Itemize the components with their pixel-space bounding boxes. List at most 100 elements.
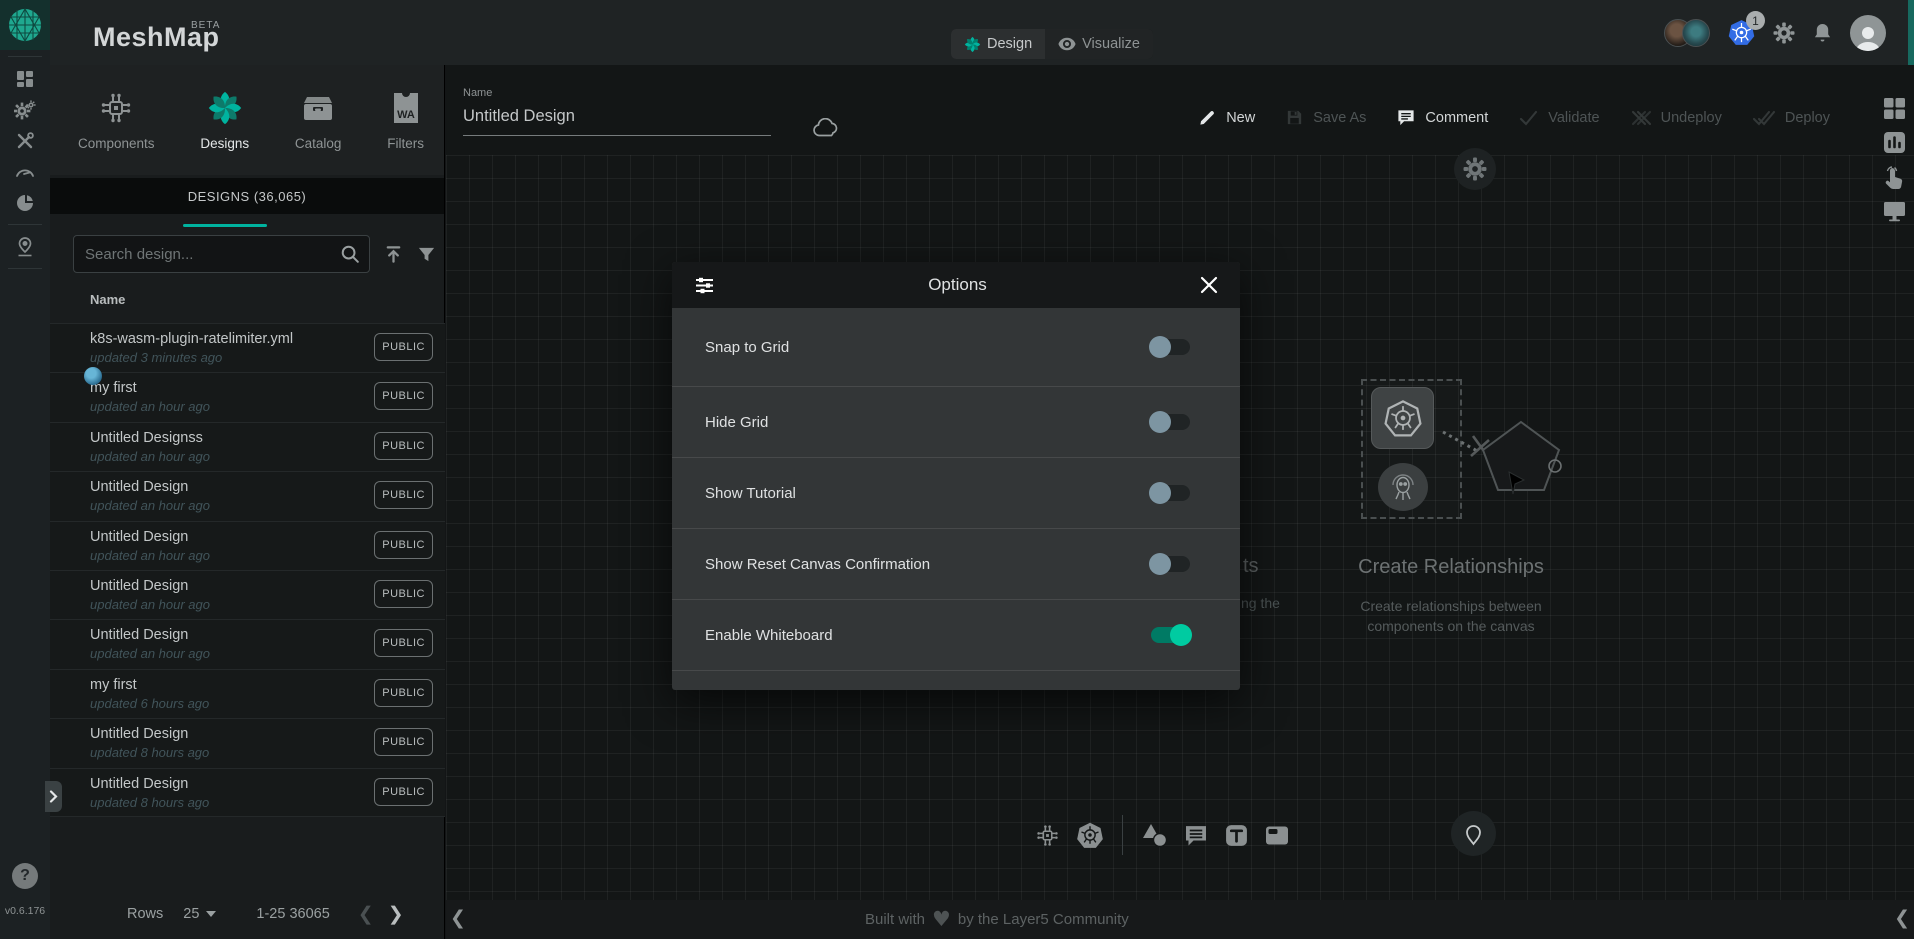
design-name: Untitled Design: [90, 529, 365, 545]
close-modal-button[interactable]: [1200, 276, 1218, 294]
toggle-knob: [1149, 553, 1171, 575]
notifications-button[interactable]: [1813, 22, 1832, 43]
dock-text-tool[interactable]: [1224, 823, 1249, 848]
bell-icon: [1813, 22, 1832, 43]
panel-tabs: Components Designs: [50, 65, 444, 175]
help-button[interactable]: ?: [12, 863, 38, 889]
analytics-panel-button[interactable]: [1883, 131, 1906, 154]
filter-designs-button[interactable]: [417, 245, 436, 264]
interaction-mode-button[interactable]: [1883, 165, 1906, 190]
design-name: Untitled Design: [90, 578, 365, 594]
relationship-arrow-and-pentagon: [1431, 410, 1571, 540]
dock-shapes-tool[interactable]: [1141, 822, 1168, 848]
design-mode-button[interactable]: Design: [951, 29, 1045, 59]
new-design-label: New: [1226, 110, 1255, 126]
sidebar-item-dashboard[interactable]: [0, 63, 50, 94]
option-toggle[interactable]: [1151, 339, 1190, 355]
collapse-right-button[interactable]: ❮︎: [1894, 907, 1910, 929]
dock-components-tool[interactable]: [1034, 822, 1061, 849]
bar-chart-icon: [1883, 131, 1906, 154]
sidebar-item-lifecycle[interactable]: [0, 94, 50, 125]
display-panel-button[interactable]: [1883, 201, 1906, 222]
previous-page-button[interactable]: ❮︎: [358, 905, 374, 924]
visibility-badge: PUBLIC: [374, 629, 433, 657]
visualize-mode-button[interactable]: Visualize: [1045, 29, 1153, 59]
option-toggle[interactable]: [1151, 556, 1190, 572]
context-count-badge: 1: [1746, 11, 1765, 30]
visibility-badge: PUBLIC: [374, 333, 433, 361]
whiteboard-drop-button[interactable]: [1451, 811, 1496, 856]
designs-panel: Components Designs: [50, 65, 445, 939]
tab-components-label: Components: [78, 136, 155, 151]
option-label: Snap to Grid: [705, 339, 789, 356]
layer5-logo[interactable]: [0, 0, 50, 50]
collapse-left-button[interactable]: ❮︎: [450, 907, 466, 929]
design-list-item[interactable]: Untitled Design updated 8 hours ago PUBL…: [50, 768, 445, 817]
design-list-item[interactable]: Untitled Design updated an hour ago PUBL…: [50, 471, 445, 520]
rows-per-page-select[interactable]: 25: [183, 906, 216, 922]
kubernetes-context-button[interactable]: 1: [1728, 19, 1755, 46]
deploy-button[interactable]: Deploy: [1752, 109, 1830, 127]
visibility-badge: PUBLIC: [374, 481, 433, 509]
canvas-settings-button[interactable]: [1454, 148, 1496, 190]
design-list-item[interactable]: my first updated an hour ago PUBLIC: [50, 372, 445, 421]
option-toggle[interactable]: [1151, 485, 1190, 501]
double-check-icon: [1752, 109, 1776, 127]
footer-credit: Built with ♥ by the Layer5 Community: [865, 909, 1129, 930]
design-list-item[interactable]: my first updated 6 hours ago PUBLIC: [50, 669, 445, 718]
empty-state-description: Create relationships between components …: [1301, 596, 1601, 636]
design-list-item[interactable]: Untitled Design updated an hour ago PUBL…: [50, 619, 445, 668]
rows-per-page-value: 25: [183, 906, 199, 922]
dock-media-tool[interactable]: [1264, 823, 1290, 848]
user-avatar[interactable]: [1850, 15, 1886, 51]
design-list-item[interactable]: Untitled Designss updated an hour ago PU…: [50, 422, 445, 471]
validate-button[interactable]: Validate: [1518, 109, 1599, 127]
design-list-item[interactable]: Untitled Design updated 8 hours ago PUBL…: [50, 718, 445, 767]
design-list-item[interactable]: Untitled Design updated an hour ago PUBL…: [50, 521, 445, 570]
option-toggle[interactable]: [1151, 627, 1190, 643]
design-list-item[interactable]: k8s-wasm-plugin-ratelimiter.yml updated …: [50, 323, 445, 372]
occluded-title-fragment: ts: [1243, 555, 1259, 578]
option-toggle[interactable]: [1151, 414, 1190, 430]
tab-designs[interactable]: Designs: [200, 65, 249, 175]
search-icon: [340, 244, 361, 265]
undeploy-label: Undeploy: [1661, 110, 1722, 126]
tab-components[interactable]: Components: [78, 65, 155, 175]
next-page-button[interactable]: ❯︎: [388, 905, 404, 924]
sidebar-item-extensions[interactable]: [0, 187, 50, 218]
widgets-panel-button[interactable]: [1883, 97, 1906, 120]
pencil-icon: [1198, 108, 1217, 127]
tab-catalog[interactable]: Catalog: [295, 65, 342, 175]
designs-count-header: DESIGNS (36,065): [50, 178, 444, 214]
search-design-input[interactable]: [74, 236, 369, 272]
heart-icon: ♥: [932, 909, 951, 930]
extensions-pie-icon: [15, 193, 35, 213]
person-icon: [1853, 23, 1883, 51]
sidebar-item-configuration[interactable]: [0, 125, 50, 156]
eye-icon: [1058, 37, 1076, 51]
sidebar-item-performance[interactable]: [0, 156, 50, 187]
sidebar-item-meshmap[interactable]: [0, 231, 50, 262]
visibility-badge: PUBLIC: [374, 778, 433, 806]
toggle-knob: [1149, 411, 1171, 433]
tab-filters-label: Filters: [387, 136, 424, 151]
empty-state-title: Create Relationships: [1276, 556, 1626, 579]
undeploy-button[interactable]: Undeploy: [1630, 109, 1722, 127]
undeploy-cross-icon: [1630, 109, 1652, 127]
import-design-button[interactable]: [384, 244, 403, 265]
new-design-button[interactable]: New: [1198, 108, 1255, 127]
wasm-filters-icon: WA: [390, 89, 422, 127]
dock-kubernetes-tool[interactable]: [1076, 821, 1104, 849]
dock-comment-tool[interactable]: [1183, 823, 1209, 848]
design-name-input[interactable]: [463, 99, 771, 136]
comment-button[interactable]: Comment: [1396, 108, 1488, 127]
expand-panel-button[interactable]: [45, 781, 62, 812]
right-edge-accent: [1908, 0, 1914, 65]
collaborator-avatar-2[interactable]: [1682, 19, 1710, 47]
tab-filters[interactable]: WA Filters: [387, 65, 424, 175]
save-as-button[interactable]: Save As: [1285, 108, 1366, 127]
design-list-item[interactable]: Untitled Design updated an hour ago PUBL…: [50, 570, 445, 619]
options-modal-title: Options: [715, 275, 1200, 295]
toggle-knob: [1170, 624, 1192, 646]
settings-button[interactable]: [1773, 22, 1795, 44]
